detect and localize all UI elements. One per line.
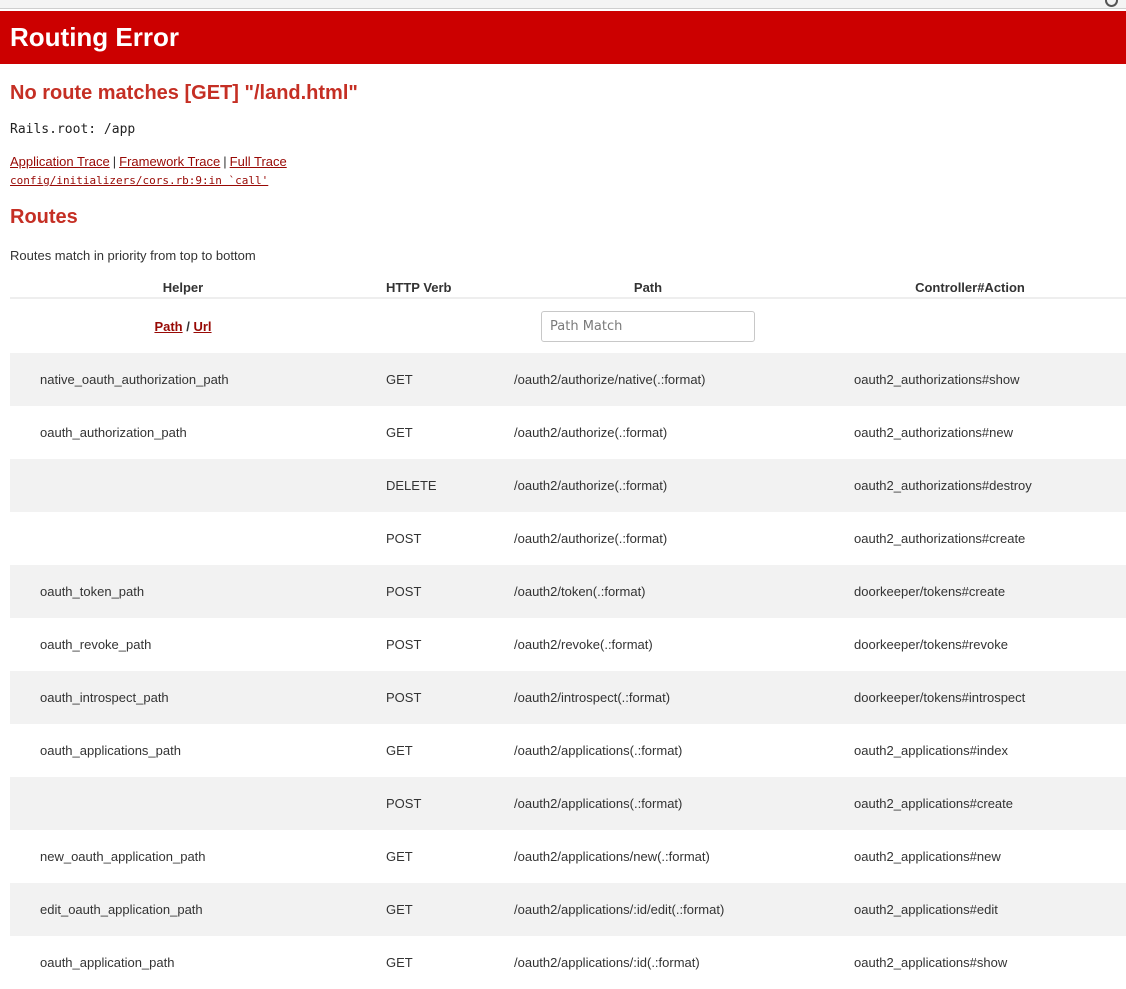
table-row: new_oauth_application_path GET/oauth2/app…	[10, 830, 1126, 883]
verb-column-header: HTTP Verb	[356, 277, 482, 299]
path-cell: /oauth2/authorize(.:format)	[514, 425, 668, 440]
helper-column-header: Helper	[10, 277, 356, 299]
verb-cell: DELETE	[356, 459, 482, 512]
action-cell: oauth2_authorizations#show	[814, 353, 1126, 406]
verb-cell: POST	[356, 671, 482, 724]
path-cell: /oauth2/applications/:id(.:format)	[514, 955, 700, 970]
action-cell: oauth2_applications#create	[814, 777, 1126, 830]
action-cell: oauth2_applications#new	[854, 849, 1001, 864]
application-trace-link[interactable]: Application Trace	[10, 154, 110, 169]
routes-table: Helper HTTP Verb Path Controller#Action …	[10, 277, 1126, 989]
verb-cell: GET	[386, 955, 413, 970]
path-column-header: Path	[482, 277, 814, 299]
helper-cell	[10, 459, 356, 512]
table-row: native_oauth_authorization_path GET/oauth…	[10, 353, 1126, 406]
path-cell: /oauth2/authorize/native(.:format)	[482, 353, 814, 406]
table-row: POST/oauth2/applications(.:format) oauth2…	[10, 777, 1126, 830]
verb-cell: POST	[386, 531, 422, 546]
table-header-row: Helper HTTP Verb Path Controller#Action	[10, 277, 1126, 299]
path-cell: /oauth2/authorize(.:format)	[514, 531, 668, 546]
helper-cell: new_oauth_application_path	[40, 849, 206, 864]
routes-body: Path / Url native_oauth_authorization_pa…	[10, 298, 1126, 989]
action-cell: doorkeeper/tokens#revoke	[854, 637, 1008, 652]
full-trace-link[interactable]: Full Trace	[230, 154, 287, 169]
routes-heading: Routes	[10, 206, 78, 228]
verb-cell: GET	[356, 883, 482, 936]
action-cell: oauth2_applications#edit	[814, 883, 1126, 936]
table-row: oauth_introspect_path POST/oauth2/introsp…	[10, 671, 1126, 724]
action-cell: oauth2_authorizations#destroy	[814, 459, 1126, 512]
table-row: oauth_application_path GET/oauth2/applica…	[10, 936, 1126, 989]
verb-cell: POST	[386, 637, 422, 652]
path-url-toggle: Path / Url	[10, 298, 356, 353]
table-row: POST/oauth2/authorize(.:format) oauth2_au…	[10, 512, 1126, 565]
path-toggle-link[interactable]: Path	[154, 319, 182, 334]
helper-cell: native_oauth_authorization_path	[10, 353, 356, 406]
browser-top-strip	[0, 0, 1126, 9]
path-cell: /oauth2/applications/new(.:format)	[514, 849, 710, 864]
trace-separator: |	[223, 154, 227, 169]
framework-trace-link[interactable]: Framework Trace	[119, 154, 220, 169]
helper-cell	[10, 512, 356, 565]
helper-cell: edit_oauth_application_path	[10, 883, 356, 936]
table-row: DELETE/oauth2/authorize(.:format) oauth2_…	[10, 459, 1126, 512]
filter-row: Path / Url	[10, 298, 1126, 353]
trace-separator: |	[112, 154, 117, 169]
routes-note: Routes match in priority from top to bot…	[10, 248, 256, 263]
verb-cell: GET	[386, 743, 413, 758]
magnifier-icon[interactable]	[1105, 0, 1118, 7]
helper-cell: oauth_authorization_path	[40, 425, 187, 440]
path-match-input[interactable]	[541, 310, 755, 342]
error-header: Routing Error	[0, 11, 1126, 64]
verb-cell: GET	[386, 425, 413, 440]
helper-cell: oauth_token_path	[10, 565, 356, 618]
trace-line-link[interactable]: config/initializers/cors.rb:9:in `call'	[10, 174, 268, 187]
helper-cell	[10, 777, 356, 830]
table-row: oauth_authorization_path GET/oauth2/autho…	[10, 406, 1126, 459]
path-cell: /oauth2/token(.:format)	[482, 565, 814, 618]
action-column-header: Controller#Action	[814, 277, 1126, 299]
verb-cell: GET	[356, 353, 482, 406]
table-row: oauth_revoke_path POST/oauth2/revoke(.:fo…	[10, 618, 1126, 671]
url-toggle-link[interactable]: Url	[193, 319, 211, 334]
path-cell: /oauth2/introspect(.:format)	[482, 671, 814, 724]
table-row: oauth_token_path POST/oauth2/token(.:form…	[10, 565, 1126, 618]
helper-cell: oauth_applications_path	[40, 743, 181, 758]
helper-cell: oauth_revoke_path	[40, 637, 152, 652]
table-row: oauth_applications_path GET/oauth2/applic…	[10, 724, 1126, 777]
error-message: No route matches [GET] "/land.html"	[10, 82, 358, 104]
path-cell: /oauth2/authorize(.:format)	[482, 459, 814, 512]
page-title: Routing Error	[10, 22, 179, 52]
table-row: edit_oauth_application_path GET/oauth2/ap…	[10, 883, 1126, 936]
verb-cell: POST	[356, 565, 482, 618]
verb-cell: GET	[386, 849, 413, 864]
action-cell: oauth2_authorizations#new	[854, 425, 1014, 440]
action-cell: oauth2_authorizations#create	[854, 531, 1026, 546]
action-cell: doorkeeper/tokens#create	[814, 565, 1126, 618]
rails-root: Rails.root: /app	[10, 122, 136, 137]
path-cell: /oauth2/applications(.:format)	[514, 743, 683, 758]
action-cell: oauth2_applications#show	[854, 955, 1008, 970]
action-cell: doorkeeper/tokens#introspect	[814, 671, 1126, 724]
path-cell: /oauth2/revoke(.:format)	[514, 637, 653, 652]
path-cell: /oauth2/applications/:id/edit(.:format)	[482, 883, 814, 936]
helper-cell: oauth_application_path	[40, 955, 175, 970]
verb-cell: POST	[356, 777, 482, 830]
helper-cell: oauth_introspect_path	[10, 671, 356, 724]
path-url-separator: /	[186, 318, 190, 334]
path-cell: /oauth2/applications(.:format)	[482, 777, 814, 830]
trace-links: Application Trace | Framework Trace | Full T…	[10, 154, 287, 169]
action-cell: oauth2_applications#index	[854, 743, 1008, 758]
